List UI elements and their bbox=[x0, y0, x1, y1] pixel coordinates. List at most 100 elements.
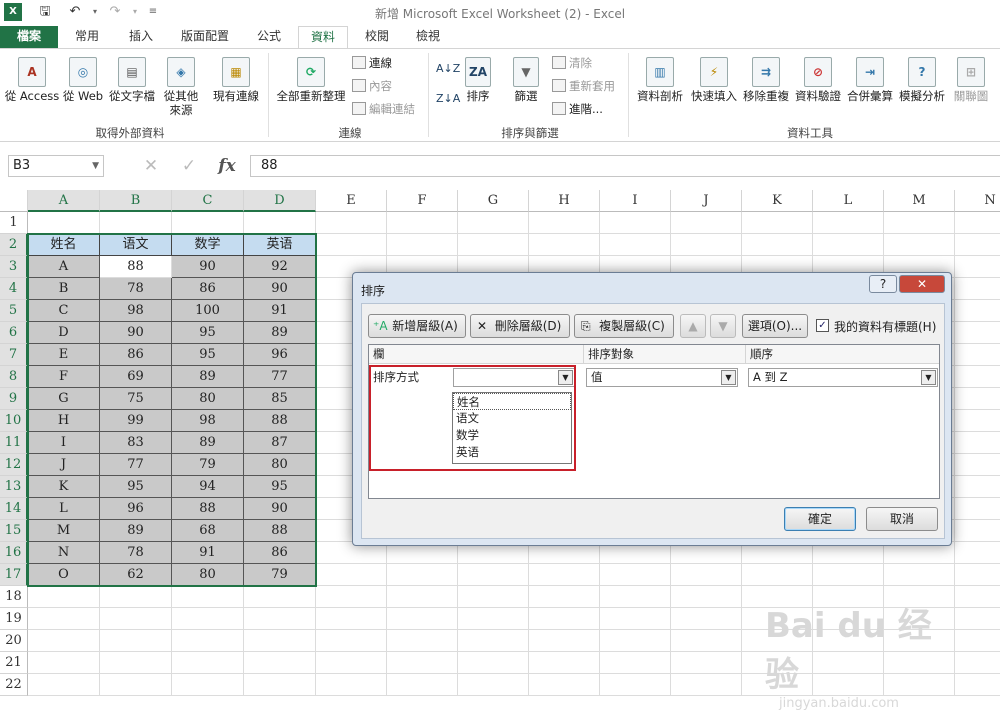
cell-b18[interactable] bbox=[100, 586, 172, 608]
from-other-sources-button[interactable]: ◈ 從其他 來源 bbox=[158, 57, 204, 117]
cell-g17[interactable] bbox=[458, 564, 529, 586]
cell-f1[interactable] bbox=[387, 212, 458, 234]
tab-home[interactable]: 常用 bbox=[62, 26, 112, 48]
cell-m21[interactable] bbox=[884, 652, 955, 674]
cell-c14[interactable]: 88 bbox=[172, 498, 244, 520]
cell-n21[interactable] bbox=[955, 652, 1000, 674]
cell-n22[interactable] bbox=[955, 674, 1000, 696]
delete-level-button[interactable]: ✕ 刪除層級(D) bbox=[470, 314, 570, 338]
row-header-21[interactable]: 21 bbox=[0, 652, 28, 674]
cell-a2[interactable]: 姓名 bbox=[28, 234, 100, 256]
cell-k19[interactable] bbox=[742, 608, 813, 630]
cell-f20[interactable] bbox=[387, 630, 458, 652]
row-header-6[interactable]: 6 bbox=[0, 322, 28, 344]
cell-e1[interactable] bbox=[316, 212, 387, 234]
chevron-down-icon[interactable]: ▼ bbox=[558, 370, 573, 385]
cell-d15[interactable]: 88 bbox=[244, 520, 316, 542]
cell-g2[interactable] bbox=[458, 234, 529, 256]
row-header-8[interactable]: 8 bbox=[0, 366, 28, 388]
row-header-10[interactable]: 10 bbox=[0, 410, 28, 432]
from-web-button[interactable]: ◎ 從 Web bbox=[60, 57, 106, 103]
column-header-l[interactable]: L bbox=[813, 190, 884, 212]
cell-j1[interactable] bbox=[671, 212, 742, 234]
cell-b5[interactable]: 98 bbox=[100, 300, 172, 322]
cell-n14[interactable] bbox=[955, 498, 1000, 520]
enter-icon[interactable]: ✓ bbox=[176, 154, 202, 178]
ok-button[interactable]: 確定 bbox=[784, 507, 856, 531]
cell-a5[interactable]: C bbox=[28, 300, 100, 322]
cell-c7[interactable]: 95 bbox=[172, 344, 244, 366]
cell-b6[interactable]: 90 bbox=[100, 322, 172, 344]
cell-f21[interactable] bbox=[387, 652, 458, 674]
cell-d2[interactable]: 英语 bbox=[244, 234, 316, 256]
cell-m22[interactable] bbox=[884, 674, 955, 696]
cell-d19[interactable] bbox=[244, 608, 316, 630]
cell-c18[interactable] bbox=[172, 586, 244, 608]
cell-i18[interactable] bbox=[600, 586, 671, 608]
cell-a8[interactable]: F bbox=[28, 366, 100, 388]
cancel-button[interactable]: 取消 bbox=[866, 507, 938, 531]
cell-a15[interactable]: M bbox=[28, 520, 100, 542]
cell-n11[interactable] bbox=[955, 432, 1000, 454]
cell-d22[interactable] bbox=[244, 674, 316, 696]
cell-n12[interactable] bbox=[955, 454, 1000, 476]
row-header-5[interactable]: 5 bbox=[0, 300, 28, 322]
cell-m1[interactable] bbox=[884, 212, 955, 234]
insert-function-icon[interactable]: fx bbox=[214, 154, 240, 178]
chevron-down-icon[interactable]: ▼ bbox=[92, 156, 99, 176]
cell-n13[interactable] bbox=[955, 476, 1000, 498]
row-header-4[interactable]: 4 bbox=[0, 278, 28, 300]
cell-g22[interactable] bbox=[458, 674, 529, 696]
cell-a16[interactable]: N bbox=[28, 542, 100, 564]
cell-n4[interactable] bbox=[955, 278, 1000, 300]
cell-g18[interactable] bbox=[458, 586, 529, 608]
dropdown-option[interactable]: 姓名 bbox=[453, 393, 571, 410]
cell-d11[interactable]: 87 bbox=[244, 432, 316, 454]
cell-j18[interactable] bbox=[671, 586, 742, 608]
cell-a14[interactable]: L bbox=[28, 498, 100, 520]
cell-h2[interactable] bbox=[529, 234, 600, 256]
cell-l1[interactable] bbox=[813, 212, 884, 234]
cell-a7[interactable]: E bbox=[28, 344, 100, 366]
cell-d5[interactable]: 91 bbox=[244, 300, 316, 322]
row-header-20[interactable]: 20 bbox=[0, 630, 28, 652]
cell-n19[interactable] bbox=[955, 608, 1000, 630]
cell-j22[interactable] bbox=[671, 674, 742, 696]
cell-j17[interactable] bbox=[671, 564, 742, 586]
cell-b12[interactable]: 77 bbox=[100, 454, 172, 476]
column-header-c[interactable]: C bbox=[172, 190, 244, 212]
cell-e22[interactable] bbox=[316, 674, 387, 696]
cell-j21[interactable] bbox=[671, 652, 742, 674]
existing-connections-button[interactable]: ▦ 現有連線 bbox=[208, 57, 264, 103]
row-header-17[interactable]: 17 bbox=[0, 564, 28, 586]
cell-k20[interactable] bbox=[742, 630, 813, 652]
row-header-19[interactable]: 19 bbox=[0, 608, 28, 630]
cell-c6[interactable]: 95 bbox=[172, 322, 244, 344]
cell-a6[interactable]: D bbox=[28, 322, 100, 344]
cell-l21[interactable] bbox=[813, 652, 884, 674]
cell-l19[interactable] bbox=[813, 608, 884, 630]
cell-d12[interactable]: 80 bbox=[244, 454, 316, 476]
cell-n20[interactable] bbox=[955, 630, 1000, 652]
remove-duplicates-button[interactable]: ⇉ 移除重複 bbox=[740, 57, 792, 103]
cell-m17[interactable] bbox=[884, 564, 955, 586]
cell-a10[interactable]: H bbox=[28, 410, 100, 432]
tab-data[interactable]: 資料 bbox=[298, 26, 348, 49]
cell-k1[interactable] bbox=[742, 212, 813, 234]
cell-a1[interactable] bbox=[28, 212, 100, 234]
cell-n9[interactable] bbox=[955, 388, 1000, 410]
row-header-16[interactable]: 16 bbox=[0, 542, 28, 564]
column-header-a[interactable]: A bbox=[28, 190, 100, 212]
cell-c9[interactable]: 80 bbox=[172, 388, 244, 410]
cell-c8[interactable]: 89 bbox=[172, 366, 244, 388]
column-header-f[interactable]: F bbox=[387, 190, 458, 212]
cell-a9[interactable]: G bbox=[28, 388, 100, 410]
move-up-button[interactable]: ▲ bbox=[680, 314, 706, 338]
name-box[interactable]: B3 ▼ bbox=[8, 155, 104, 177]
cell-g1[interactable] bbox=[458, 212, 529, 234]
cell-a18[interactable] bbox=[28, 586, 100, 608]
cell-d16[interactable]: 86 bbox=[244, 542, 316, 564]
cell-l2[interactable] bbox=[813, 234, 884, 256]
cell-b15[interactable]: 89 bbox=[100, 520, 172, 542]
cell-a21[interactable] bbox=[28, 652, 100, 674]
